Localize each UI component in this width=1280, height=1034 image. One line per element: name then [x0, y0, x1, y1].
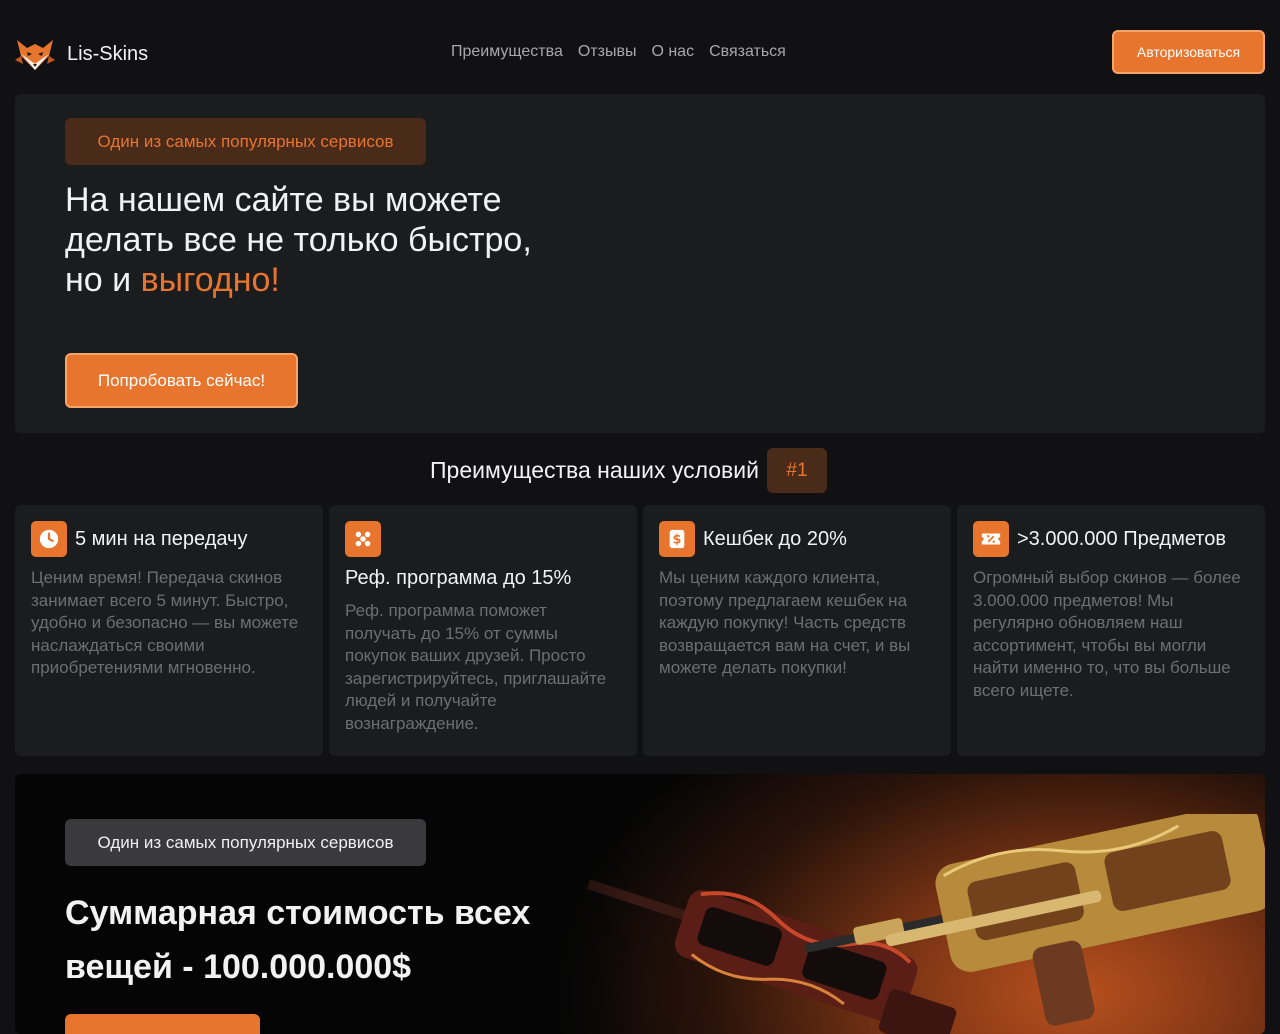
login-button[interactable]: Авторизоваться — [1112, 30, 1265, 74]
fox-logo-icon — [15, 40, 55, 70]
advantages-heading-text: Преимущества наших условий — [430, 457, 759, 483]
hero-title-line2: делать все не только быстро, — [65, 221, 532, 259]
weapon-skins-image — [586, 814, 1265, 1034]
nav-link-about[interactable]: О нас — [651, 43, 694, 61]
users-icon — [345, 521, 381, 557]
advantages-heading-badge: #1 — [766, 448, 827, 493]
nav-link-contact[interactable]: Связаться — [709, 43, 786, 61]
nav-link-advantages[interactable]: Преимущества — [451, 43, 563, 61]
advantage-card-transfer: 5 мин на передачу Ценим время! Передача … — [15, 505, 323, 756]
promo-button[interactable] — [65, 1014, 260, 1034]
brand-name: Lis-Skins — [67, 42, 149, 65]
hero-badge: Один из самых популярных сервисов — [65, 118, 426, 165]
card-title: >3.000.000 Предметов — [1017, 527, 1226, 550]
try-now-button[interactable]: Попробовать сейчас! — [65, 353, 298, 408]
card-text: Огромный выбор скинов — более 3.000.000 … — [973, 568, 1241, 700]
advantages-heading: Преимущества наших условий #1 — [430, 448, 827, 493]
brand[interactable]: Lis-Skins — [15, 34, 148, 74]
promo-title-line1: Суммарная стоимость всех — [65, 894, 531, 932]
hero-section: Один из самых популярных сервисов На наш… — [15, 94, 1265, 433]
svg-text:$: $ — [673, 533, 682, 548]
promo-section: Один из самых популярных сервисов Суммар… — [15, 774, 1265, 1034]
clock-icon — [31, 521, 67, 557]
card-text: Мы ценим каждого клиента, поэтому предла… — [659, 568, 911, 677]
promo-badge: Один из самых популярных сервисов — [65, 819, 426, 866]
advantage-card-cashback: $ Кешбек до 20% Мы ценим каждого клиента… — [643, 505, 951, 756]
card-text: Реф. программа поможет получать до 15% о… — [345, 601, 607, 733]
promo-title: Суммарная стоимость всех вещей - 100.000… — [65, 886, 585, 994]
hero-title-line3: но и — [65, 261, 141, 299]
header: Lis-Skins Преимущества Отзывы О нас Связ… — [0, 0, 1280, 94]
ticket-percent-icon — [973, 521, 1009, 557]
card-title: 5 мин на передачу — [75, 527, 248, 550]
nav-link-reviews[interactable]: Отзывы — [578, 43, 637, 61]
card-title: Реф. программа до 15% — [345, 567, 572, 589]
card-title: Кешбек до 20% — [703, 527, 847, 550]
card-text: Ценим время! Передача скинов занимает вс… — [31, 568, 299, 677]
advantage-card-referral: Реф. программа до 15% Реф. программа пом… — [329, 505, 637, 756]
hero-title: На нашем сайте вы можете делать все не т… — [65, 180, 625, 300]
promo-title-line2: вещей - 100.000.000$ — [65, 948, 412, 986]
advantage-card-items: >3.000.000 Предметов Огромный выбор скин… — [957, 505, 1265, 756]
main-nav: Преимущества Отзывы О нас Связаться — [451, 43, 786, 61]
dollar-icon: $ — [659, 521, 695, 557]
hero-title-accent: выгодно! — [140, 261, 280, 299]
hero-title-line1: На нашем сайте вы можете — [65, 181, 502, 219]
